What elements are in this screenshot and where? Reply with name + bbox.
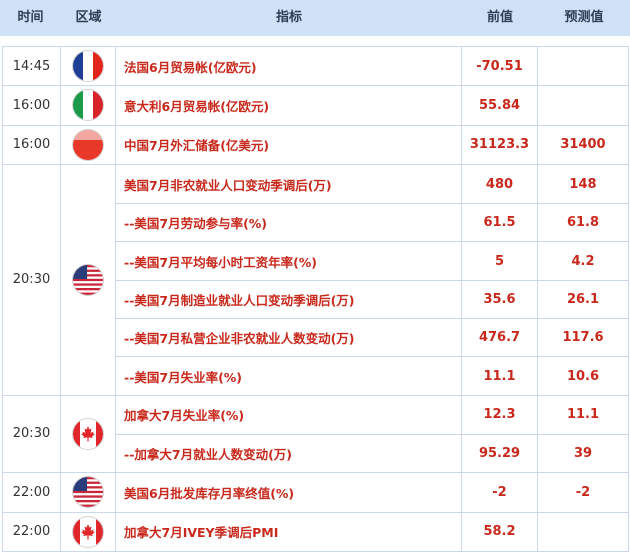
header-region: 区域 bbox=[75, 10, 102, 25]
italy-flag-icon bbox=[73, 90, 103, 121]
table-row[interactable]: --美国7月劳动参与率(%) 61.5 61.8 bbox=[116, 203, 629, 242]
table-row[interactable]: 美国7月非农就业人口变动季调后(万) 480 148 bbox=[116, 164, 629, 204]
region-cell bbox=[61, 47, 116, 86]
forecast-value: -2 bbox=[538, 473, 629, 512]
previous-value: 476.7 bbox=[462, 319, 538, 357]
canada-flag-icon bbox=[73, 418, 103, 449]
indicator-name[interactable]: 加拿大7月失业率(%) bbox=[116, 395, 462, 434]
previous-value: -2 bbox=[462, 473, 538, 512]
previous-value: -70.51 bbox=[462, 47, 538, 86]
table-row[interactable]: --美国7月失业率(%) 11.1 10.6 bbox=[116, 356, 629, 395]
forecast-value: 31400 bbox=[538, 125, 629, 164]
calendar-table: 14:45 法国6月贸易帐(亿欧元) -70.51 16:00 意大利6月贸易帐(亿欧元… bbox=[2, 46, 629, 552]
header-previous: 前值 bbox=[486, 10, 513, 25]
indicator-name[interactable]: 加拿大7月IVEY季调后PMI bbox=[116, 512, 462, 551]
table-row[interactable]: --美国7月私营企业非农就业人数变动(万) 476.7 117.6 bbox=[116, 318, 629, 357]
region-cell bbox=[61, 473, 116, 512]
china-flag-icon bbox=[73, 129, 103, 160]
previous-value: 11.1 bbox=[462, 357, 538, 395]
event-time: 20:30 bbox=[2, 395, 61, 473]
event-group: 20:30 美国7月非农就业人口变动季调后(万) 480 148 --美国7月劳动参与率… bbox=[2, 164, 629, 396]
france-flag-icon bbox=[73, 51, 103, 82]
region-cell bbox=[61, 86, 116, 125]
forecast-value bbox=[538, 512, 629, 551]
header-forecast: 预测值 bbox=[564, 10, 604, 25]
forecast-value: 61.8 bbox=[538, 204, 629, 242]
table-row[interactable]: 美国6月批发库存月率终值(%) -2 -2 bbox=[116, 473, 629, 512]
header-time: 时间 bbox=[17, 10, 44, 25]
event-time: 16:00 bbox=[2, 86, 61, 125]
event-group: 20:30 加拿大7月失业率(%) 12.3 11.1 --加拿大7月就业人数变动(万)… bbox=[2, 395, 629, 474]
indicator-name[interactable]: --美国7月失业率(%) bbox=[116, 357, 462, 395]
usa-flag-icon bbox=[73, 477, 103, 508]
indicator-name[interactable]: --加拿大7月就业人数变动(万) bbox=[116, 434, 462, 473]
forecast-value: 117.6 bbox=[538, 319, 629, 357]
forecast-value: 11.1 bbox=[538, 395, 629, 434]
previous-value: 95.29 bbox=[462, 434, 538, 473]
previous-value: 35.6 bbox=[462, 280, 538, 319]
previous-value: 5 bbox=[462, 242, 538, 280]
previous-value: 58.2 bbox=[462, 512, 538, 551]
forecast-value: 148 bbox=[538, 164, 629, 204]
indicator-name[interactable]: 美国6月批发库存月率终值(%) bbox=[116, 473, 462, 512]
forecast-value: 4.2 bbox=[538, 242, 629, 280]
table-row[interactable]: --加拿大7月就业人数变动(万) 95.29 39 bbox=[116, 433, 629, 473]
event-time: 20:30 bbox=[2, 164, 61, 395]
previous-value: 31123.3 bbox=[462, 125, 538, 164]
region-cell bbox=[61, 164, 116, 395]
header-indicator: 指标 bbox=[275, 10, 302, 25]
forecast-value bbox=[538, 47, 629, 86]
event-group: 16:00 中国7月外汇储备(亿美元) 31123.3 31400 bbox=[2, 125, 629, 165]
table-row[interactable]: 法国6月贸易帐(亿欧元) -70.51 bbox=[116, 47, 629, 86]
table-row[interactable]: --美国7月平均每小时工资年率(%) 5 4.2 bbox=[116, 241, 629, 280]
indicator-name[interactable]: 中国7月外汇储备(亿美元) bbox=[116, 125, 462, 164]
event-group: 22:00 加拿大7月IVEY季调后PMI 58.2 bbox=[2, 512, 629, 552]
table-header: 时间 区域 指标 前值 预测值 bbox=[0, 0, 630, 36]
table-row[interactable]: 加拿大7月IVEY季调后PMI 58.2 bbox=[116, 512, 629, 551]
previous-value: 55.84 bbox=[462, 86, 538, 125]
region-cell bbox=[61, 125, 116, 164]
table-row[interactable]: 中国7月外汇储备(亿美元) 31123.3 31400 bbox=[116, 125, 629, 164]
indicator-name[interactable]: --美国7月平均每小时工资年率(%) bbox=[116, 242, 462, 280]
region-cell bbox=[61, 512, 116, 551]
event-time: 16:00 bbox=[2, 125, 61, 164]
event-time: 22:00 bbox=[2, 512, 61, 551]
indicator-name[interactable]: --美国7月制造业就业人口变动季调后(万) bbox=[116, 280, 462, 319]
forecast-value: 10.6 bbox=[538, 357, 629, 395]
previous-value: 480 bbox=[462, 164, 538, 204]
indicator-name[interactable]: 美国7月非农就业人口变动季调后(万) bbox=[116, 164, 462, 204]
event-group: 16:00 意大利6月贸易帐(亿欧元) 55.84 bbox=[2, 86, 629, 126]
previous-value: 12.3 bbox=[462, 395, 538, 434]
event-group: 22:00 美国6月批发库存月率终值(%) -2 -2 bbox=[2, 473, 629, 513]
region-cell bbox=[61, 395, 116, 473]
table-row[interactable]: --美国7月制造业就业人口变动季调后(万) 35.6 26.1 bbox=[116, 279, 629, 319]
event-time: 22:00 bbox=[2, 473, 61, 512]
event-time: 14:45 bbox=[2, 47, 61, 86]
previous-value: 61.5 bbox=[462, 204, 538, 242]
forecast-value bbox=[538, 86, 629, 125]
indicator-name[interactable]: 意大利6月贸易帐(亿欧元) bbox=[116, 86, 462, 125]
indicator-name[interactable]: 法国6月贸易帐(亿欧元) bbox=[116, 47, 462, 86]
canada-flag-icon bbox=[73, 516, 103, 547]
table-row[interactable]: 意大利6月贸易帐(亿欧元) 55.84 bbox=[116, 86, 629, 125]
indicator-name[interactable]: --美国7月劳动参与率(%) bbox=[116, 204, 462, 242]
event-group: 14:45 法国6月贸易帐(亿欧元) -70.51 bbox=[2, 47, 629, 87]
usa-flag-icon bbox=[73, 264, 103, 295]
indicator-name[interactable]: --美国7月私营企业非农就业人数变动(万) bbox=[116, 319, 462, 357]
forecast-value: 39 bbox=[538, 434, 629, 473]
forecast-value: 26.1 bbox=[538, 280, 629, 319]
table-row[interactable]: 加拿大7月失业率(%) 12.3 11.1 bbox=[116, 395, 629, 434]
